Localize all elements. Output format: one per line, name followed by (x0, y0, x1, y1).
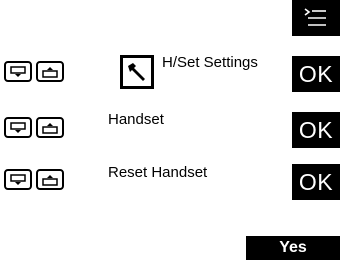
ok-button-handset[interactable]: OK (292, 112, 340, 148)
row-label-h-set-settings: H/Set Settings (162, 54, 258, 71)
ok-button-h-set-settings[interactable]: OK (292, 56, 340, 92)
row-label-reset-handset: Reset Handset (108, 164, 208, 181)
settings-icon-box (120, 55, 154, 89)
down-arrow-key[interactable] (4, 61, 32, 82)
down-arrow-key-icon (10, 173, 26, 185)
yes-softkey[interactable]: Yes (246, 236, 340, 260)
up-arrow-key[interactable] (36, 61, 64, 82)
down-arrow-key-icon (10, 65, 26, 77)
up-arrow-key-icon (42, 174, 58, 186)
up-arrow-key-icon (42, 66, 58, 78)
up-arrow-key[interactable] (36, 117, 64, 138)
menu-icon (304, 8, 326, 26)
wrench-icon (128, 63, 145, 81)
down-arrow-key[interactable] (4, 117, 32, 138)
down-arrow-key-icon (10, 121, 26, 133)
up-arrow-key[interactable] (36, 169, 64, 190)
up-arrow-key-icon (42, 122, 58, 134)
ok-button-reset-handset[interactable]: OK (292, 164, 340, 200)
row-label-handset: Handset (108, 111, 164, 128)
menu-button[interactable] (292, 0, 340, 36)
down-arrow-key[interactable] (4, 169, 32, 190)
